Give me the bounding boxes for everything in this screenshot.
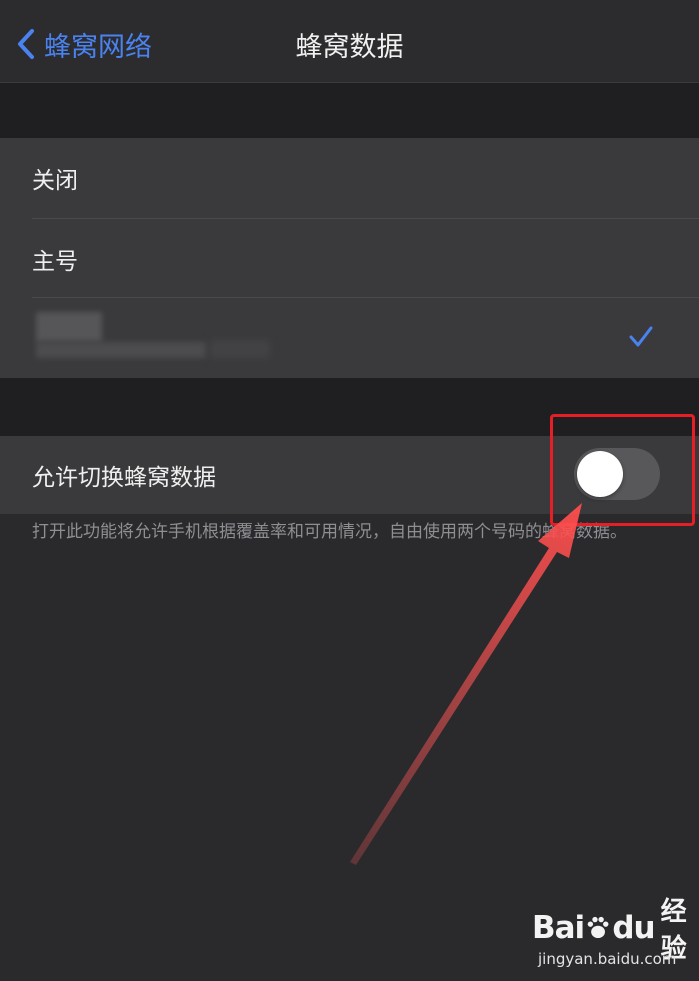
redacted-number [36, 342, 206, 358]
checkmark-icon [629, 326, 653, 347]
allow-switch-label: 允许切换蜂窝数据 [32, 465, 216, 491]
redacted-number [210, 340, 270, 358]
redacted-number [36, 312, 102, 342]
annotation-highlight-box [550, 414, 695, 526]
baidu-jingyan-logo: Bai du 经验 [532, 897, 687, 964]
watermark-url: jingyan.baidu.com [538, 950, 677, 968]
page-title: 蜂窝数据 [295, 31, 404, 63]
option-secondary-selected[interactable] [0, 298, 699, 378]
option-label: 关闭 [32, 168, 78, 194]
paw-icon [587, 916, 609, 938]
option-off[interactable]: 关闭 [0, 138, 699, 218]
option-primary[interactable]: 主号 [0, 219, 699, 299]
option-label: 主号 [32, 249, 78, 275]
navigation-bar: 蜂窝网络 蜂窝数据 [0, 0, 699, 83]
section-spacer [0, 83, 699, 138]
